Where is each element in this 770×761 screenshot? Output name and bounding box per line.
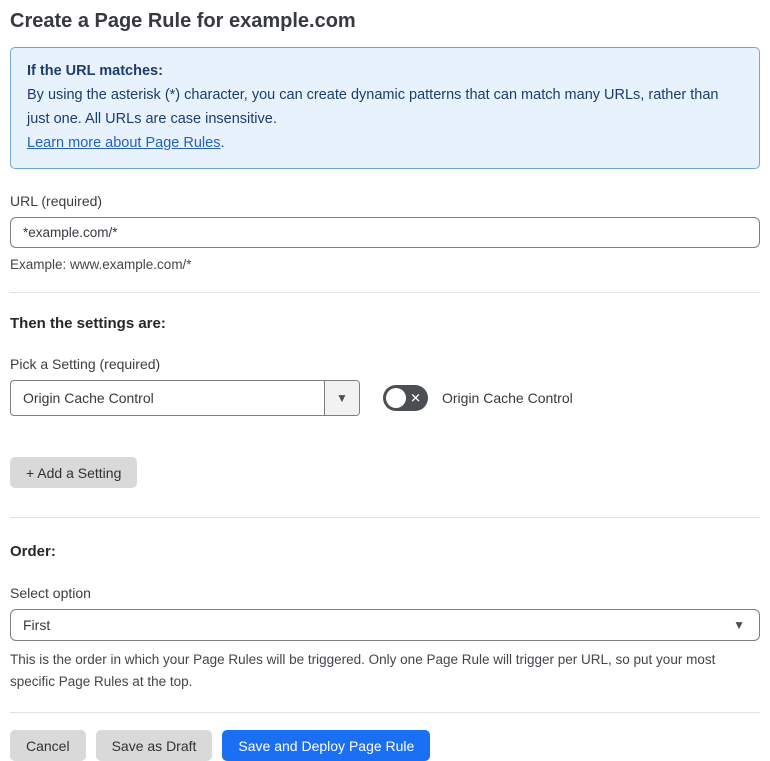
caret-down-icon: ▼ [336,391,348,405]
save-and-deploy-button[interactable]: Save and Deploy Page Rule [222,730,431,761]
learn-more-link[interactable]: Learn more about Page Rules [27,135,220,151]
order-select-value: First [23,617,51,633]
toggle-off-x-icon: ✕ [410,390,421,406]
caret-down-icon: ▼ [733,618,745,632]
url-input[interactable] [10,217,760,248]
info-box-body: By using the asterisk (*) character, you… [27,87,719,127]
setting-row: Origin Cache Control ▼ ✕ Origin Cache Co… [10,380,760,416]
divider [10,517,760,518]
order-select[interactable]: First ▼ [10,609,760,641]
add-setting-button[interactable]: + Add a Setting [10,457,138,488]
url-example-helper: Example: www.example.com/* [10,257,192,272]
info-box-heading: If the URL matches: [27,63,163,79]
form-actions: Cancel Save as Draft Save and Deploy Pag… [10,730,760,761]
order-helper-text: This is the order in which your Page Rul… [10,652,716,689]
url-match-info-box: If the URL matches: By using the asteris… [10,47,760,169]
pick-setting-label: Pick a Setting (required) [10,356,161,372]
origin-cache-control-toggle[interactable]: ✕ [383,385,428,411]
divider [10,292,760,293]
cancel-button[interactable]: Cancel [10,730,86,761]
link-suffix: . [220,135,225,151]
toggle-knob [386,388,406,408]
setting-select-value: Origin Cache Control [23,390,154,406]
url-field-label: URL (required) [10,193,103,209]
setting-select[interactable]: Origin Cache Control ▼ [10,380,360,416]
order-select-label: Select option [10,585,91,601]
save-as-draft-button[interactable]: Save as Draft [95,730,213,761]
order-section-heading: Order: [10,543,56,560]
setting-select-caret-button[interactable]: ▼ [324,381,359,415]
create-page-rule-form: Create a Page Rule for example.com If th… [0,0,770,761]
page-title: Create a Page Rule for example.com [10,10,356,32]
info-box-link-line: Learn more about Page Rules. [27,131,743,155]
settings-section-heading: Then the settings are: [10,315,166,332]
divider [10,712,760,713]
toggle-setting-label: Origin Cache Control [442,390,573,406]
